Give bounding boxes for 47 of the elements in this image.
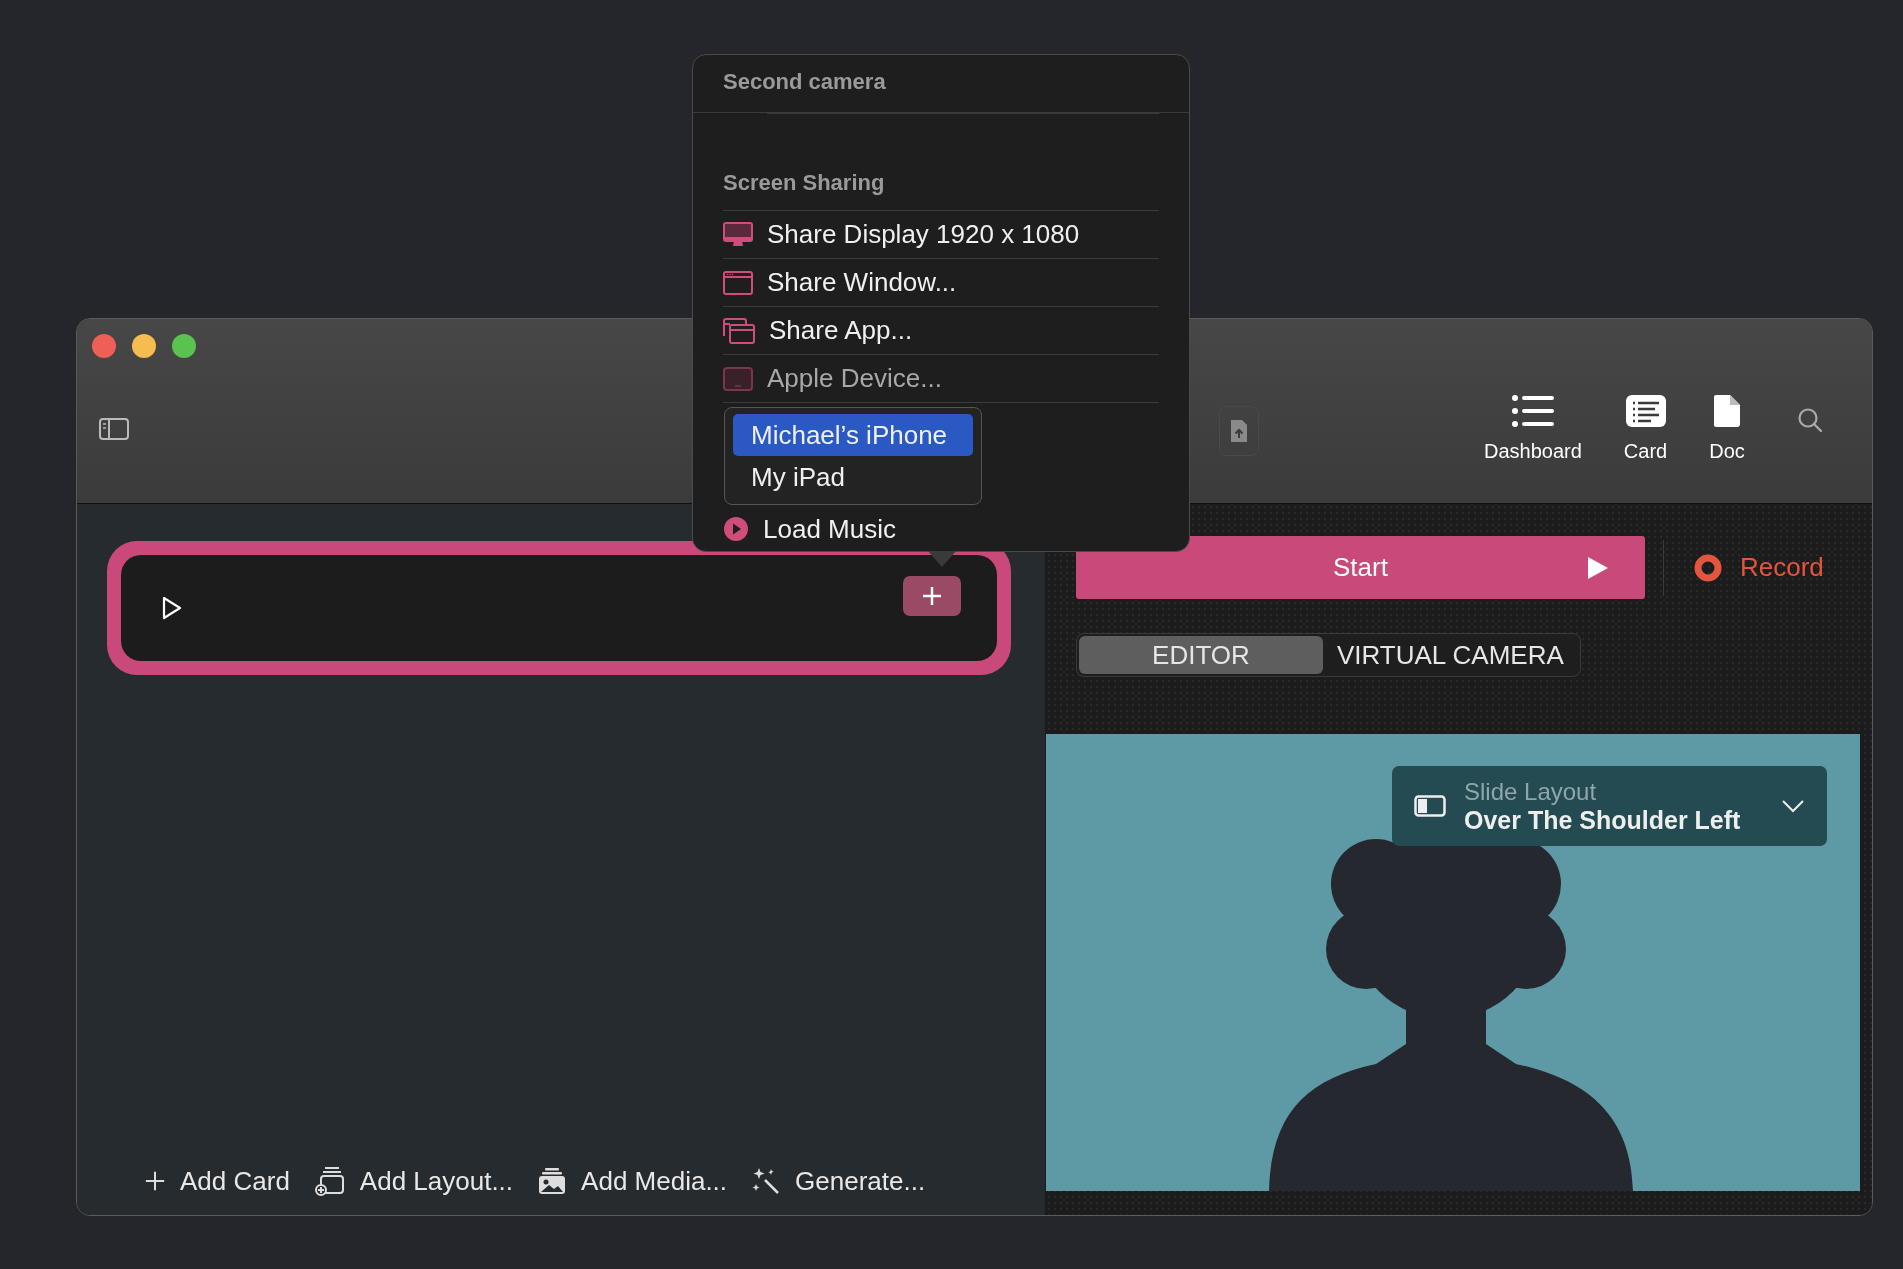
record-button[interactable]: Record: [1682, 552, 1824, 583]
start-button[interactable]: Start: [1076, 536, 1645, 599]
stacked-cards-icon: [313, 1165, 346, 1197]
add-button[interactable]: [903, 576, 961, 616]
plus-icon: [920, 584, 944, 608]
mode-tab[interactable]: VIRTUAL CAMERA: [1323, 636, 1578, 674]
photo-stack-icon: [537, 1166, 568, 1196]
minimize-button[interactable]: [132, 334, 156, 358]
toolbar-button[interactable]: Dashboard: [1484, 394, 1582, 463]
play-icon[interactable]: [161, 596, 183, 620]
window-icon: [723, 270, 753, 295]
plus-icon: [144, 1170, 166, 1192]
dropdown-value: Over The Shoulder Left: [1464, 805, 1742, 835]
record-icon: [1694, 553, 1722, 582]
sidebar-icon[interactable]: [99, 417, 129, 440]
menu-item[interactable]: Share Display 1920 x 1080: [723, 211, 1159, 259]
document-icon: [1713, 394, 1741, 428]
list-icon: [1510, 394, 1555, 428]
submenu-item[interactable]: My iPad: [733, 456, 973, 498]
toolbar-button[interactable]: Card: [1623, 394, 1668, 463]
menu-item[interactable]: Share Window...: [723, 259, 1159, 307]
share-file-button[interactable]: [1219, 405, 1259, 456]
popover-arrow: [928, 551, 956, 567]
chevron-down-icon: [1781, 799, 1805, 813]
play-circle-icon: [723, 516, 749, 542]
tablet-icon: [723, 366, 753, 391]
dropdown-label: Slide Layout: [1464, 777, 1598, 806]
zoom-button[interactable]: [172, 334, 196, 358]
mode-tab[interactable]: EDITOR: [1079, 636, 1323, 674]
search-icon[interactable]: [1796, 406, 1823, 433]
toolbar-button[interactable]: Add Media...: [537, 1165, 728, 1197]
submenu-item[interactable]: Michael’s iPhone: [733, 414, 973, 456]
toolbar-button[interactable]: Add Layout...: [313, 1165, 514, 1197]
layout-dropdown[interactable]: Slide Layout Over The Shoulder Left: [1392, 766, 1827, 846]
toolbar-button[interactable]: Generate...: [751, 1165, 926, 1197]
menu-section-title: Screen Sharing: [723, 169, 886, 197]
windows-icon: [723, 317, 755, 344]
menu-section-title: Second camera: [723, 68, 887, 96]
layout-icon: [1414, 795, 1446, 817]
card-icon: [1624, 394, 1667, 428]
toolbar-button[interactable]: Doc: [1709, 394, 1745, 463]
play-icon: [1587, 556, 1609, 580]
monitor-icon: [723, 221, 753, 248]
menu-item[interactable]: Share App...: [723, 307, 1159, 355]
close-button[interactable]: [92, 334, 116, 358]
file-upload-icon: [1229, 417, 1249, 444]
toolbar-button[interactable]: Add Card: [144, 1165, 290, 1197]
